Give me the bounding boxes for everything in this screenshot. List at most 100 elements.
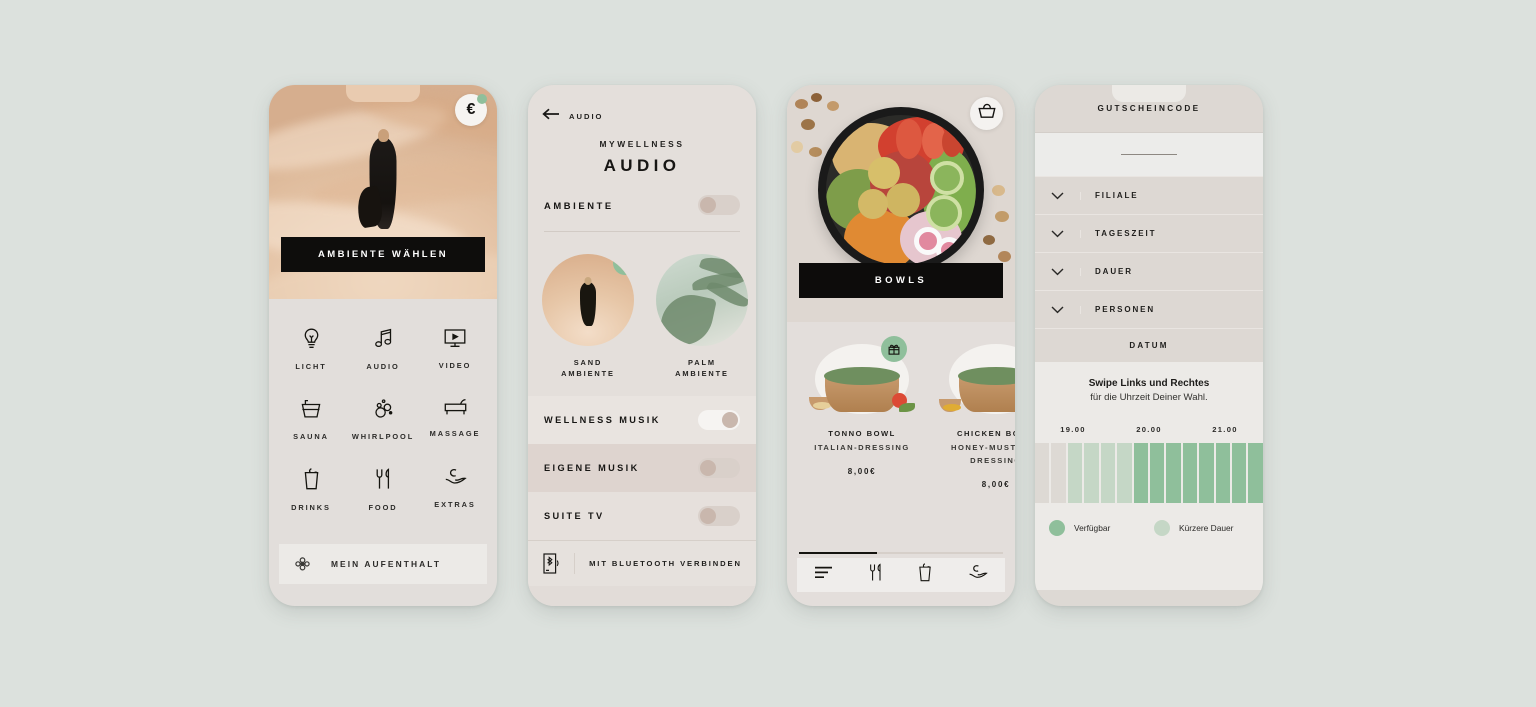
- tab-food[interactable]: [868, 563, 883, 587]
- time-slot-bar[interactable]: [1248, 443, 1263, 503]
- sidebar-item-extras[interactable]: EXTRAS: [419, 457, 491, 528]
- tab-menu[interactable]: [814, 566, 833, 584]
- phone-bowls-menu: BOWLS TONNO BOWL ITALIAN-DRESSING 8,00€ …: [787, 85, 1015, 606]
- brand-kicker: MYWELLNESS: [599, 139, 685, 149]
- drink-cup-icon: [302, 468, 321, 490]
- cart-button[interactable]: [970, 97, 1003, 130]
- cutlery-icon: [374, 468, 392, 490]
- time-slot-bar[interactable]: [1117, 443, 1132, 503]
- product-card-tonno[interactable]: TONNO BOWL ITALIAN-DRESSING 8,00€: [803, 336, 921, 489]
- eigene-musik-toggle[interactable]: [698, 457, 740, 478]
- carousel-scrollbar[interactable]: [799, 552, 1003, 554]
- euro-icon: €: [466, 101, 476, 118]
- phone-notch: [605, 85, 679, 102]
- card-caption: SAND AMBIENTE: [561, 358, 615, 379]
- bluetooth-device-icon: [528, 552, 575, 574]
- ambiente-toggle[interactable]: [698, 195, 740, 215]
- product-name: TONNO BOWL: [828, 429, 896, 438]
- mein-aufenthalt-button[interactable]: MEIN AUFENTHALT: [279, 544, 487, 584]
- ambiente-card-palm[interactable]: PALM AMBIENTE: [656, 254, 748, 380]
- suite-tv-toggle[interactable]: [698, 505, 740, 526]
- phone-audio-settings: AUDIO MYWELLNESS AUDIO AMBIENTE SAND AMB…: [528, 85, 756, 606]
- ambiente-card-carousel[interactable]: SAND AMBIENTE PALM AMBIENTE: [528, 232, 756, 380]
- time-slot-bar[interactable]: [1232, 443, 1247, 503]
- wellness-musik-toggle[interactable]: [698, 409, 740, 430]
- ambiente-section: AMBIENTE: [542, 195, 742, 215]
- phone-notch: [1112, 85, 1186, 102]
- chevron-down-icon: [1035, 305, 1081, 314]
- screen-1: € AMBIENTE WÄHLEN LICHT AUDIO VIDEO SAUN…: [269, 85, 497, 606]
- tile-label: MASSAGE: [429, 429, 481, 438]
- sidebar-item-video[interactable]: VIDEO: [419, 317, 491, 387]
- page-title: AUDIO: [603, 156, 681, 175]
- time-slot-bar[interactable]: [1035, 443, 1050, 503]
- chart-subtitle: für die Uhrzeit Deiner Wahl.: [1090, 392, 1208, 403]
- phone-gutschein-booking: GUTSCHEINCODE FILIALE TAGESZEIT DAUER PE…: [1035, 85, 1263, 606]
- whirlpool-bubbles-icon: [372, 398, 394, 419]
- legend-item-kuerzere-dauer: Kürzere Dauer: [1154, 520, 1249, 536]
- time-slot-bar[interactable]: [1067, 443, 1083, 503]
- sidebar-item-drinks[interactable]: DRINKS: [275, 457, 347, 528]
- gutscheincode-input[interactable]: [1035, 132, 1263, 176]
- screen-footer: [528, 585, 756, 606]
- sidebar-item-sauna[interactable]: SAUNA: [275, 387, 347, 457]
- legend-item-verfuegbar: Verfügbar: [1049, 520, 1144, 536]
- time-slot-bar[interactable]: [1051, 443, 1066, 503]
- accordion-label: DAUER: [1095, 267, 1133, 276]
- switch-row-suite-tv[interactable]: SUITE TV: [528, 491, 756, 540]
- accordion-tageszeit[interactable]: TAGESZEIT: [1035, 214, 1263, 252]
- bottom-tab-bar: [797, 558, 1005, 592]
- datum-row[interactable]: DATUM: [1035, 328, 1263, 362]
- tab-drinks[interactable]: [917, 563, 933, 587]
- sidebar-item-licht[interactable]: LICHT: [275, 317, 347, 387]
- time-slot-bar[interactable]: [1100, 443, 1116, 503]
- euro-badge[interactable]: €: [455, 94, 487, 126]
- time-slot-bar[interactable]: [1084, 443, 1099, 503]
- product-carousel[interactable]: TONNO BOWL ITALIAN-DRESSING 8,00€ CHICKE…: [787, 322, 1015, 489]
- thumbnail-palm: [656, 254, 748, 346]
- screenshot-canvas: € AMBIENTE WÄHLEN LICHT AUDIO VIDEO SAUN…: [0, 0, 1536, 707]
- tile-label: WHIRLPOOL: [351, 432, 415, 441]
- lightbulb-icon: [302, 328, 321, 349]
- time-slot-bar[interactable]: [1199, 443, 1214, 503]
- time-slot-bar[interactable]: [1166, 443, 1181, 503]
- status-dot: [477, 94, 487, 104]
- sidebar-item-audio[interactable]: AUDIO: [347, 317, 419, 387]
- product-image: [937, 338, 1015, 420]
- accordion-list: FILIALE TAGESZEIT DAUER PERSONEN: [1035, 176, 1263, 328]
- switch-label: SUITE TV: [544, 510, 605, 521]
- sidebar-item-massage[interactable]: MASSAGE: [419, 387, 491, 457]
- bluetooth-label: MIT BLUETOOTH VERBINDEN: [589, 558, 742, 568]
- screen-4: GUTSCHEINCODE FILIALE TAGESZEIT DAUER PE…: [1035, 85, 1263, 606]
- tile-label: AUDIO: [366, 362, 400, 371]
- music-note-icon: [373, 328, 394, 349]
- product-price: 8,00€: [847, 466, 877, 476]
- time-slot-bar[interactable]: [1149, 443, 1165, 503]
- time-slot-bar[interactable]: [1215, 443, 1231, 503]
- switch-row-eigene-musik[interactable]: EIGENE MUSIK: [528, 443, 756, 492]
- chevron-down-icon: [1035, 191, 1081, 200]
- bluetooth-connect-button[interactable]: MIT BLUETOOTH VERBINDEN: [528, 539, 756, 586]
- accordion-filiale[interactable]: FILIALE: [1035, 176, 1263, 214]
- product-card-chicken[interactable]: CHICKEN BOWL HONEY-MUSTARD-DRESSING 8,00…: [937, 338, 1015, 489]
- ambiente-waehlen-button[interactable]: AMBIENTE WÄHLEN: [281, 237, 485, 272]
- hero-image-bowl: BOWLS: [787, 85, 1015, 322]
- accordion-dauer[interactable]: DAUER: [1035, 252, 1263, 290]
- ambiente-card-sand[interactable]: SAND AMBIENTE: [542, 254, 634, 380]
- woman-in-dress: [369, 137, 397, 229]
- time-slot-bar[interactable]: [1133, 443, 1148, 503]
- sidebar-item-whirlpool[interactable]: WHIRLPOOL: [347, 387, 419, 457]
- sidebar-item-food[interactable]: FOOD: [347, 457, 419, 528]
- chart-bars[interactable]: [1035, 443, 1263, 503]
- hero-image-desert: € AMBIENTE WÄHLEN: [269, 85, 497, 299]
- accordion-personen[interactable]: PERSONEN: [1035, 290, 1263, 328]
- bowls-button[interactable]: BOWLS: [799, 263, 1003, 298]
- x-tick-1: 20.00: [1136, 425, 1162, 434]
- switch-row-wellness-musik[interactable]: WELLNESS MUSIK: [528, 395, 756, 444]
- page-title: GUTSCHEINCODE: [1097, 104, 1201, 113]
- screen-2: AUDIO MYWELLNESS AUDIO AMBIENTE SAND AMB…: [528, 85, 756, 606]
- back-button[interactable]: AUDIO: [542, 107, 742, 125]
- product-desc: ITALIAN-DRESSING: [814, 443, 910, 452]
- time-slot-bar[interactable]: [1182, 443, 1198, 503]
- tab-extras[interactable]: [968, 564, 988, 586]
